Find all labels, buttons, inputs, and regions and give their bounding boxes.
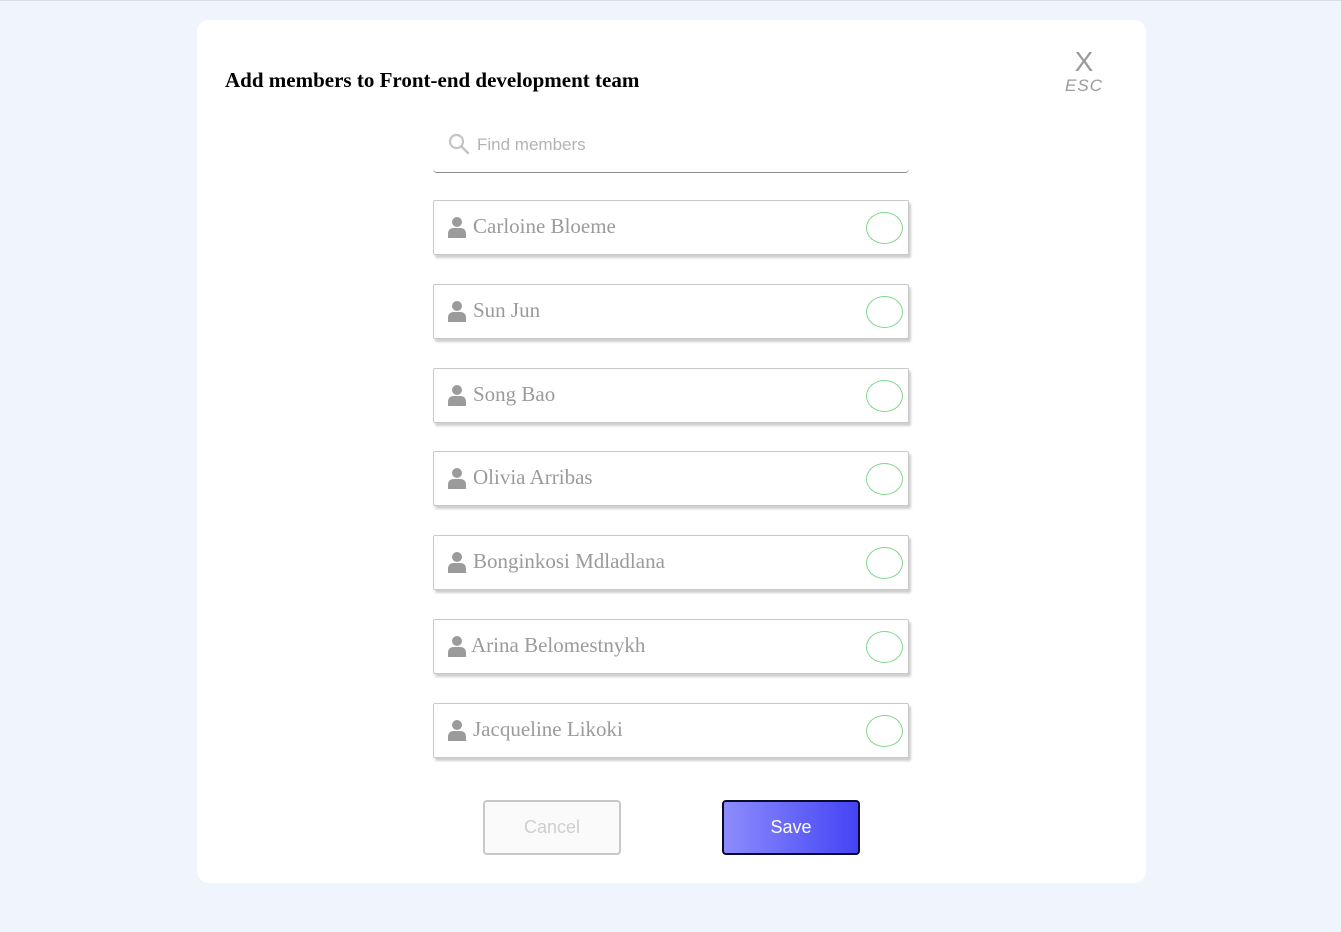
member-select-toggle[interactable] xyxy=(866,463,903,495)
modal-title: Add members to Front-end development tea… xyxy=(225,68,640,92)
search-field[interactable] xyxy=(433,124,909,173)
user-icon xyxy=(448,301,466,322)
search-input[interactable] xyxy=(477,132,897,158)
member-row-song-bao[interactable]: Song Bao xyxy=(433,368,909,423)
member-row-jacqueline-likoki[interactable]: Jacqueline Likoki xyxy=(433,703,909,758)
member-select-toggle[interactable] xyxy=(866,715,903,747)
user-icon xyxy=(448,385,466,406)
member-name: Olivia Arribas xyxy=(473,465,593,489)
member-name: Arina Belomestnykh xyxy=(471,633,646,657)
save-button[interactable]: Save xyxy=(722,800,860,855)
add-members-modal: Add members to Front-end development tea… xyxy=(197,20,1146,883)
member-select-toggle[interactable] xyxy=(866,380,903,412)
member-select-toggle[interactable] xyxy=(866,296,903,328)
user-icon xyxy=(448,468,466,489)
member-select-toggle[interactable] xyxy=(866,631,903,663)
user-icon xyxy=(448,552,466,573)
esc-hint: ESC xyxy=(1065,76,1103,95)
member-name: Bonginkosi Mdladlana xyxy=(473,549,665,573)
member-name: Song Bao xyxy=(473,382,556,406)
member-select-toggle[interactable] xyxy=(866,547,903,579)
user-icon xyxy=(448,217,466,238)
member-name: Jacqueline Likoki xyxy=(473,717,623,741)
top-divider xyxy=(0,0,1341,1)
member-select-toggle[interactable] xyxy=(866,212,903,244)
user-icon xyxy=(448,720,466,741)
member-row-olivia-arribas[interactable]: Olivia Arribas xyxy=(433,451,909,506)
close-button[interactable]: X ESC xyxy=(1059,48,1109,100)
search-icon xyxy=(448,133,470,155)
close-icon: X xyxy=(1074,46,1094,77)
user-icon xyxy=(448,636,466,657)
cancel-button[interactable]: Cancel xyxy=(483,800,621,855)
member-name: Carloine Bloeme xyxy=(473,214,616,238)
member-row-sun-jun[interactable]: Sun Jun xyxy=(433,284,909,339)
member-name: Sun Jun xyxy=(473,298,541,322)
member-row-carloine-bloeme[interactable]: Carloine Bloeme xyxy=(433,200,909,255)
member-row-arina-belomestnykh[interactable]: Arina Belomestnykh xyxy=(433,619,909,674)
member-row-bonginkosi-mdladlana[interactable]: Bonginkosi Mdladlana xyxy=(433,535,909,590)
